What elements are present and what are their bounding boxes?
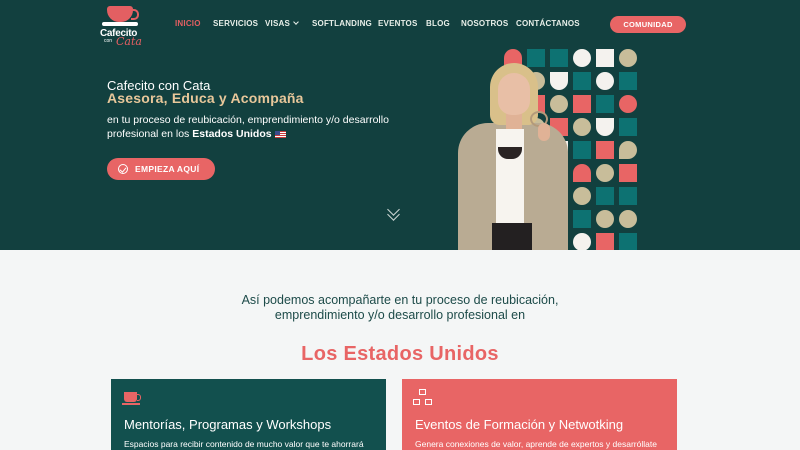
brand-line2: con (104, 38, 113, 44)
mug-plate-shape (122, 403, 140, 405)
network-node (419, 389, 426, 395)
pattern-shape (619, 95, 637, 113)
coffee-cup-icon (122, 389, 142, 407)
pattern-shape (573, 118, 591, 136)
brand-line3: Cata (116, 35, 142, 48)
scroll-down-icon[interactable] (385, 203, 403, 223)
us-flag-icon (274, 131, 286, 138)
nav-item-visas[interactable]: VISAS (265, 19, 299, 28)
photo-hand (538, 123, 550, 141)
pattern-shape (573, 72, 591, 90)
hero-photo (452, 63, 572, 250)
pattern-shape (619, 187, 637, 205)
pattern-shape (596, 49, 614, 67)
pattern-shape (596, 164, 614, 182)
pattern-shape (573, 95, 591, 113)
brand-logo[interactable]: Cafecito con Cata (100, 4, 142, 48)
pattern-shape (619, 233, 637, 250)
pattern-shape (619, 210, 637, 228)
pattern-shape (596, 95, 614, 113)
pattern-shape (573, 141, 591, 159)
photo-pants (492, 223, 532, 250)
empieza-aqui-label: EMPIEZA AQUÍ (135, 164, 200, 174)
photo-shirt (496, 129, 524, 229)
pattern-shape (619, 49, 637, 67)
card-eventos[interactable]: Eventos de Formación y Netwotking Genera… (402, 379, 677, 450)
empieza-aqui-button[interactable]: EMPIEZA AQUÍ (107, 158, 215, 180)
nav-item-visas-label: VISAS (265, 19, 291, 28)
photo-face (498, 73, 530, 115)
section-subtitle: Los Estados Unidos (301, 343, 499, 365)
card-title: Mentorías, Programas y Workshops (124, 417, 332, 432)
pattern-shape (596, 72, 614, 90)
network-icon (413, 389, 433, 407)
nav-item-inicio[interactable]: INICIO (175, 19, 201, 28)
check-circle-icon (118, 164, 128, 174)
card-mentorias[interactable]: Mentorías, Programas y Workshops Espacio… (111, 379, 386, 450)
pattern-shape (573, 164, 591, 182)
nav-item-servicios[interactable]: SERVICIOS (213, 19, 258, 28)
pattern-shape (596, 233, 614, 250)
section-intro: Así podemos acompañarte en tu proceso de… (241, 293, 559, 322)
hero-section: Cafecito con Cata INICIO SERVICIOS VISAS… (0, 0, 800, 250)
network-node (413, 399, 420, 405)
nav-item-nosotros[interactable]: NOSOTROS (461, 19, 508, 28)
hero-description-bold: Estados Unidos (192, 128, 272, 140)
pattern-shape (619, 118, 637, 136)
chevron-down-icon (293, 19, 299, 25)
network-node (425, 399, 432, 405)
pattern-shape (573, 49, 591, 67)
hero-description: en tu proceso de reubicación, emprendimi… (107, 113, 397, 141)
pattern-shape (596, 187, 614, 205)
pattern-shape (619, 72, 637, 90)
nav-item-contactanos[interactable]: CONTÁCTANOS (516, 19, 580, 28)
nav-item-blog[interactable]: BLOG (426, 19, 450, 28)
pattern-shape (573, 233, 591, 250)
pattern-shape (573, 210, 591, 228)
coffee-cup-icon (107, 6, 139, 22)
card-text: Genera conexiones de valor, aprende de e… (415, 439, 657, 449)
nav-item-softlanding[interactable]: SOFTLANDING (312, 19, 372, 28)
hero-tagline: Asesora, Educa y Acompaña (107, 90, 304, 106)
pattern-shape (596, 118, 614, 136)
saucer-shape (102, 22, 138, 26)
pattern-shape (573, 187, 591, 205)
pattern-shape (596, 141, 614, 159)
mug-shape (124, 392, 141, 402)
pattern-shape (619, 164, 637, 182)
pattern-shape (596, 210, 614, 228)
comunidad-button[interactable]: COMUNIDAD (610, 16, 686, 33)
nav-item-eventos[interactable]: EVENTOS (378, 19, 418, 28)
card-title: Eventos de Formación y Netwotking (415, 417, 624, 432)
card-text: Espacios para recibir contenido de mucho… (124, 439, 364, 449)
pattern-shape (619, 141, 637, 159)
